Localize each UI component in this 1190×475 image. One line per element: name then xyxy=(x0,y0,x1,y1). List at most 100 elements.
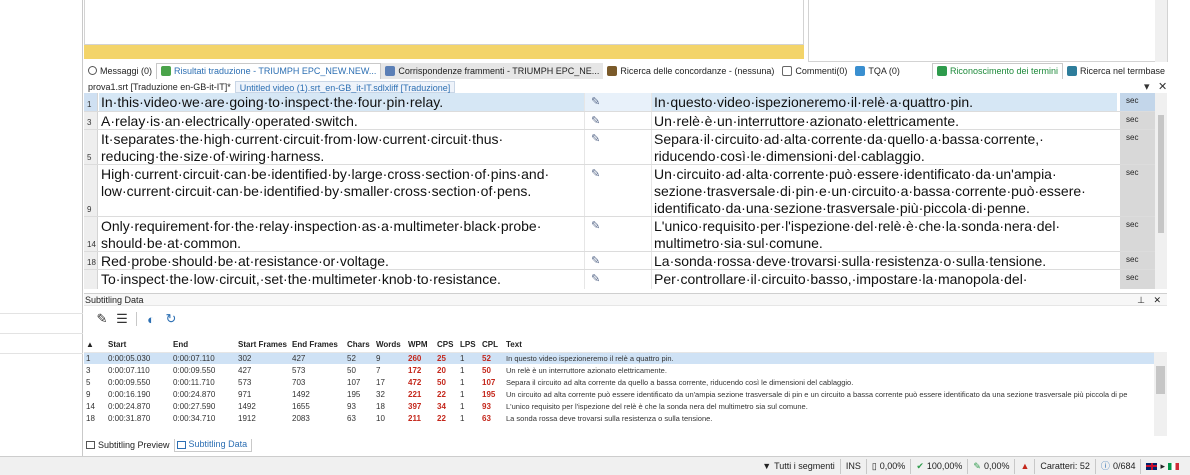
segment-row[interactable]: 9 High·current·circuit·can·be·identified… xyxy=(84,165,1167,217)
close-icon[interactable]: ✕ xyxy=(1153,294,1161,307)
tab-label: Messaggi (0) xyxy=(100,65,153,76)
segment-row[interactable]: 14 Only·requirement·for·the·relay·inspec… xyxy=(84,217,1167,252)
table-row[interactable]: 3 0:00:07.110 0:00:09.550 427 573 50 7 1… xyxy=(84,364,1154,376)
segment-filter[interactable]: ▼ Tutti i segmenti xyxy=(757,459,840,474)
cps-cell: 50 xyxy=(437,377,446,387)
segment-row[interactable]: 20 To·inspect·the·low·circuit,·set·the·m… xyxy=(84,270,1167,289)
start-frames-cell: 1492 xyxy=(238,401,256,411)
segment-row[interactable]: 3 A·relay·is·an·electrically·operated·sw… xyxy=(84,112,1167,130)
subtitling-scrollbar[interactable] xyxy=(1154,352,1167,436)
column-header[interactable]: Start xyxy=(106,338,171,353)
editor-scrollbar[interactable] xyxy=(1155,93,1167,289)
tab-label: Commenti(0) xyxy=(795,65,848,76)
column-header[interactable]: Words xyxy=(374,338,406,353)
chevron-down-icon[interactable]: ▾ xyxy=(1144,80,1150,93)
end-cell: 0:00:24.870 xyxy=(173,389,216,399)
lps-cell: 1 xyxy=(460,413,465,423)
scrollbar-thumb[interactable] xyxy=(1156,366,1165,394)
source-cell[interactable]: A·relay·is·an·electrically·operated·swit… xyxy=(99,112,584,129)
segment-row[interactable]: 1 In·this·video·we·are·going·to·inspect·… xyxy=(84,93,1167,112)
source-cell[interactable]: To·inspect·the·low·circuit,·set·the·mult… xyxy=(99,270,584,289)
segment-count: ⓘ 0/684 xyxy=(1094,458,1141,474)
row-id: 18 xyxy=(86,413,95,423)
column-header[interactable]: CPS xyxy=(435,338,458,353)
target-cell[interactable]: Un·relè·è·un·interruttore·azionato·elett… xyxy=(651,112,1117,129)
table-row[interactable]: 1 0:00:05.030 0:00:07.110 302 427 52 9 2… xyxy=(84,352,1154,364)
tab-corrispondenze-frammenti[interactable]: Corrispondenze frammenti - TRIUMPH EPC_N… xyxy=(381,62,604,79)
info-icon: ⓘ xyxy=(1100,460,1110,471)
stat-item: ▲ xyxy=(1014,458,1034,474)
sort-indicator-icon[interactable]: ▲ xyxy=(84,338,106,353)
tab-subtitling-preview[interactable]: Subtitling Preview xyxy=(84,439,174,452)
start-frames-cell: 1912 xyxy=(238,413,256,423)
column-header[interactable]: WPM xyxy=(406,338,435,353)
nav-row[interactable] xyxy=(0,314,83,334)
segment-status-cell: ✎ xyxy=(584,93,651,111)
text-cell: Un circuito ad alta corrente può essere … xyxy=(506,389,1128,399)
column-header[interactable]: CPL xyxy=(480,338,504,353)
wpm-cell: 472 xyxy=(408,377,422,387)
table-row[interactable]: 18 0:00:31.870 0:00:34.710 1912 2083 63 … xyxy=(84,412,1154,424)
target-cell[interactable]: In·questo·video·ispezioneremo·il·relè·a·… xyxy=(651,93,1117,111)
end-cell: 0:00:11.710 xyxy=(173,377,215,387)
tab-ricerca-termbase[interactable]: Ricerca nel termbase xyxy=(1063,63,1169,79)
filter-icon: ▼ xyxy=(762,460,772,471)
filter-label: Tutti i segmenti xyxy=(774,460,835,471)
tab-label: Subtitling Preview xyxy=(98,439,170,450)
tab-subtitling-data[interactable]: Subtitling Data xyxy=(173,438,253,452)
list-icon[interactable]: ☰ xyxy=(114,311,130,327)
insert-mode-indicator[interactable]: INS xyxy=(839,458,866,474)
video-sync-icon[interactable]: ◐ xyxy=(143,311,159,327)
source-cell[interactable]: It·separates·the·high·current·circuit·fr… xyxy=(99,130,584,164)
pin-icon[interactable]: ⊥ xyxy=(1137,294,1145,307)
close-icon[interactable]: ✕ xyxy=(1158,80,1167,93)
term-pane-scrollbar[interactable] xyxy=(1155,0,1167,62)
tab-risultati-traduzione[interactable]: Risultati traduzione - TRIUMPH EPC_NEW.N… xyxy=(156,62,382,79)
pencil-icon: ✎ xyxy=(591,273,601,285)
column-header[interactable]: Chars xyxy=(345,338,374,353)
pencil-icon: ✎ xyxy=(591,168,601,180)
tab-commenti[interactable]: Commenti(0) xyxy=(778,63,851,79)
target-cell[interactable]: La·sonda·rossa·deve·trovarsi·sulla·resis… xyxy=(651,252,1117,269)
column-header[interactable]: Text xyxy=(504,338,1154,353)
segment-number: 9 xyxy=(84,165,98,216)
wpm-cell: 221 xyxy=(408,389,422,399)
table-row[interactable]: 9 0:00:16.190 0:00:24.870 971 1492 195 3… xyxy=(84,388,1154,400)
edit-icon[interactable]: ✎ xyxy=(94,311,110,327)
nav-row[interactable] xyxy=(0,294,83,314)
table-row[interactable]: 5 0:00:09.550 0:00:11.710 573 703 107 17… xyxy=(84,376,1154,388)
tab-ricerca-concordanze[interactable]: Ricerca delle concordanze - (nessuna) xyxy=(603,63,778,79)
tab-riconoscimento-termini[interactable]: Riconoscimento dei termini xyxy=(931,62,1063,79)
end-frames-cell: 427 xyxy=(290,352,345,364)
tab-tqa[interactable]: TQA (0) xyxy=(851,63,904,79)
column-header[interactable]: End Frames xyxy=(290,338,345,353)
cps-cell: 25 xyxy=(435,352,458,364)
column-header[interactable]: Start Frames xyxy=(236,338,290,353)
column-header[interactable]: LPS xyxy=(458,338,480,353)
target-cell[interactable]: Per·controllare·il·circuito·basso,·impos… xyxy=(651,270,1117,289)
segment-row[interactable]: 18 Red·probe·should·be·at·resistance·or·… xyxy=(84,252,1167,270)
source-cell[interactable]: High·current·circuit·can·be·identified·b… xyxy=(99,165,584,216)
lps-cell: 1 xyxy=(458,352,480,364)
target-cell[interactable]: L'unico·requisito·per·l'ispezione·del·re… xyxy=(651,217,1117,251)
scrollbar-thumb[interactable] xyxy=(1158,115,1164,233)
source-cell[interactable]: Only·requirement·for·the·relay·inspectio… xyxy=(99,217,584,251)
nav-row[interactable] xyxy=(0,334,83,354)
row-id: 5 xyxy=(86,377,91,387)
cpl-cell: 50 xyxy=(482,365,491,375)
confirmed-icon: ✔ xyxy=(916,460,924,471)
refresh-icon[interactable]: ↻ xyxy=(163,311,179,327)
source-cell[interactable]: Red·probe·should·be·at·resistance·or·vol… xyxy=(99,252,584,269)
subtitling-panel-title: Subtitling Data ⊥ ✕ xyxy=(84,293,1167,306)
segment-row[interactable]: 5 It·separates·the·high·current·circuit·… xyxy=(84,130,1167,165)
doc-tab-untitled-video[interactable]: Untitled video (1).srt_en-GB_it-IT.sdlxl… xyxy=(234,81,456,93)
column-header[interactable]: End xyxy=(171,338,236,353)
target-cell[interactable]: Separa·il·circuito·ad·alta·corrente·da·q… xyxy=(651,130,1117,164)
doc-tab-prova1[interactable]: prova1.srt [Traduzione en-GB-it-IT]* xyxy=(84,81,235,93)
source-cell[interactable]: In·this·video·we·are·going·to·inspect·th… xyxy=(99,93,584,111)
tab-messaggi[interactable]: Messaggi (0) xyxy=(84,63,156,79)
table-row[interactable]: 14 0:00:24.870 0:00:27.590 1492 1655 93 … xyxy=(84,400,1154,412)
cpl-cell: 52 xyxy=(480,352,504,364)
target-cell[interactable]: Un·circuito·ad·alta·corrente·può·essere·… xyxy=(651,165,1117,216)
cpl-cell: 195 xyxy=(482,389,496,399)
